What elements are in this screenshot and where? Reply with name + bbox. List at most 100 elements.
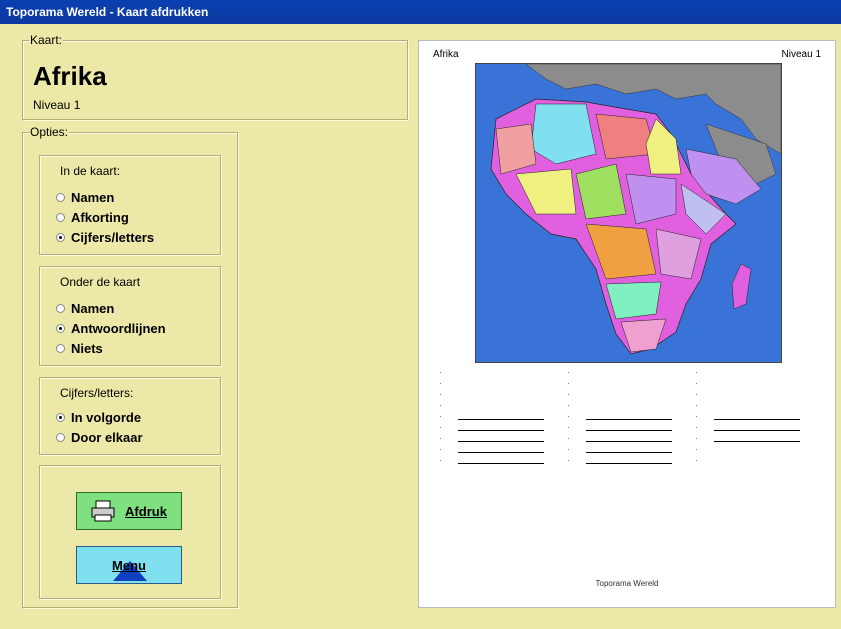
answer-row: · — [567, 411, 672, 422]
answer-marker: · — [695, 412, 698, 421]
map-level: Niveau 1 — [33, 98, 81, 112]
answer-row: · — [439, 367, 544, 378]
answer-marker: · — [695, 368, 698, 377]
answer-row: · — [439, 389, 544, 400]
onder-de-kaart-group: Onder de kaart Namen Antwoordlijnen Niet… — [39, 266, 221, 366]
africa-map-image — [476, 64, 781, 362]
answer-row: · — [439, 422, 544, 433]
answer-marker: · — [695, 423, 698, 432]
answer-row: · — [695, 411, 800, 422]
radio-cijfers-letters[interactable]: Cijfers/letters — [56, 230, 154, 245]
window-title-bar: Toporama Wereld - Kaart afdrukken — [0, 0, 841, 24]
kaart-legend: Kaart: — [29, 33, 64, 47]
answer-line — [586, 424, 672, 431]
answer-marker: · — [439, 434, 442, 443]
answer-marker: · — [567, 423, 570, 432]
answer-row: · — [695, 422, 800, 433]
kaart-group: Kaart: Afrika Niveau 1 — [22, 33, 408, 120]
answer-marker: · — [439, 390, 442, 399]
answer-marker: · — [695, 390, 698, 399]
answer-marker: · — [439, 423, 442, 432]
cijfers-letters-group: Cijfers/letters: In volgorde Door elkaar — [39, 377, 221, 455]
answer-marker: · — [567, 434, 570, 443]
preview-title-right: Niveau 1 — [781, 49, 821, 60]
answer-marker: · — [439, 379, 442, 388]
answer-marker: · — [567, 379, 570, 388]
answer-row: · — [567, 455, 672, 466]
radio-selected-icon — [56, 324, 65, 333]
preview-footer: Toporama Wereld — [595, 579, 659, 588]
radio-afkorting[interactable]: Afkorting — [56, 210, 129, 225]
answer-marker: · — [695, 434, 698, 443]
africa-map — [475, 63, 782, 363]
answer-row: · — [695, 389, 800, 400]
answer-marker: · — [567, 368, 570, 377]
print-preview: Afrika Niveau 1 · · · · · · · · · · · · … — [418, 40, 836, 608]
onder-de-kaart-title: Onder de kaart — [60, 275, 141, 289]
answer-row: · — [567, 422, 672, 433]
answer-row: · — [695, 400, 800, 411]
answer-marker: · — [695, 401, 698, 410]
answer-line — [714, 424, 800, 431]
answer-marker: · — [567, 456, 570, 465]
in-de-kaart-group: In de kaart: Namen Afkorting Cijfers/let… — [39, 155, 221, 255]
opties-legend: Opties: — [29, 125, 70, 139]
answer-marker: · — [439, 368, 442, 377]
answer-marker: · — [567, 445, 570, 454]
answer-marker: · — [695, 456, 698, 465]
radio-icon — [56, 433, 65, 442]
answer-marker: · — [439, 412, 442, 421]
answer-row: · — [567, 367, 672, 378]
answer-row: · — [439, 455, 544, 466]
answer-line — [586, 435, 672, 442]
answer-row: · — [695, 433, 800, 444]
radio-in-volgorde[interactable]: In volgorde — [56, 410, 141, 425]
answer-line — [458, 446, 544, 453]
answer-line — [458, 413, 544, 420]
answer-column-1: · · · · · · · · · — [439, 367, 544, 466]
answer-line — [714, 435, 800, 442]
afdruk-button[interactable]: Afdruk — [76, 492, 182, 530]
answer-column-2: · · · · · · · · · — [567, 367, 672, 466]
preview-title-left: Afrika — [433, 49, 459, 60]
answer-column-3: · · · · · · · · · — [695, 367, 800, 466]
map-name: Afrika — [33, 61, 107, 91]
radio-icon — [56, 304, 65, 313]
answer-row: · — [695, 378, 800, 389]
radio-namen-onder[interactable]: Namen — [56, 301, 114, 316]
answer-line — [458, 435, 544, 442]
answer-line — [458, 457, 544, 464]
answer-row: · — [567, 444, 672, 455]
answer-line — [586, 446, 672, 453]
answer-marker: · — [567, 390, 570, 399]
radio-selected-icon — [56, 413, 65, 422]
answer-line — [586, 457, 672, 464]
menu-button[interactable]: Menu — [76, 546, 182, 584]
answer-row: · — [567, 389, 672, 400]
radio-door-elkaar[interactable]: Door elkaar — [56, 430, 143, 445]
answer-row: · — [695, 367, 800, 378]
answer-marker: · — [695, 445, 698, 454]
answer-row: · — [439, 378, 544, 389]
answer-row: · — [567, 433, 672, 444]
answer-row: · — [567, 400, 672, 411]
window-title: Toporama Wereld - Kaart afdrukken — [6, 5, 209, 19]
radio-niets[interactable]: Niets — [56, 341, 103, 356]
answer-marker: · — [567, 401, 570, 410]
radio-icon — [56, 193, 65, 202]
cijfers-letters-title: Cijfers/letters: — [60, 386, 134, 400]
answer-row: · — [439, 444, 544, 455]
answer-row: · — [567, 378, 672, 389]
answer-marker: · — [439, 456, 442, 465]
answer-row: · — [439, 433, 544, 444]
radio-icon — [56, 344, 65, 353]
radio-namen-in[interactable]: Namen — [56, 190, 114, 205]
answer-row: · — [695, 455, 800, 466]
answer-row: · — [439, 411, 544, 422]
radio-icon — [56, 213, 65, 222]
radio-selected-icon — [56, 233, 65, 242]
buttons-group: Afdruk Menu — [39, 465, 221, 599]
answer-row: · — [439, 400, 544, 411]
radio-antwoordlijnen[interactable]: Antwoordlijnen — [56, 321, 166, 336]
answer-row: · — [695, 444, 800, 455]
